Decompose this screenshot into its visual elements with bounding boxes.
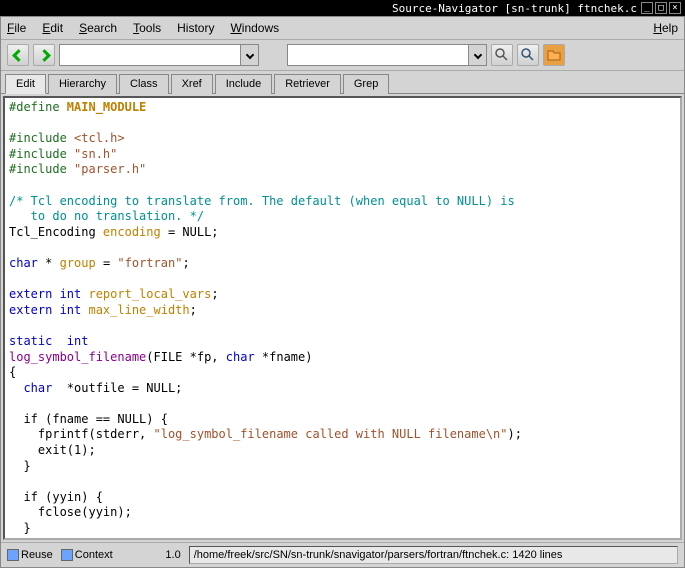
menu-history[interactable]: History: [177, 21, 214, 35]
symbol-input[interactable]: [60, 48, 240, 62]
menu-edit[interactable]: Edit: [42, 21, 63, 35]
toolbar: [1, 40, 684, 71]
forward-button[interactable]: [33, 44, 55, 66]
statusbar: Reuse Context 1.0 /home/freek/src/SN/sn-…: [1, 542, 684, 567]
magnifier-icon: [521, 48, 535, 62]
tab-include[interactable]: Include: [215, 74, 272, 94]
tab-class[interactable]: Class: [119, 74, 169, 94]
menubar: File Edit Search Tools History Windows H…: [1, 17, 684, 40]
menu-search[interactable]: Search: [79, 21, 117, 35]
back-button[interactable]: [7, 44, 29, 66]
chevron-down-icon: [245, 51, 253, 59]
tab-grep[interactable]: Grep: [343, 74, 389, 94]
pattern-dropdown[interactable]: [468, 45, 486, 65]
reuse-toggle[interactable]: Reuse: [7, 549, 53, 561]
symbol-combo[interactable]: [59, 44, 259, 66]
menu-file[interactable]: File: [7, 21, 26, 35]
status-version: 1.0: [121, 549, 181, 561]
context-toggle[interactable]: Context: [61, 549, 113, 561]
menu-windows[interactable]: Windows: [230, 21, 279, 35]
checkbox-icon: [7, 549, 19, 561]
tab-retriever[interactable]: Retriever: [274, 74, 341, 94]
maximize-button[interactable]: □: [655, 2, 667, 14]
tab-xref[interactable]: Xref: [171, 74, 213, 94]
search-button[interactable]: [517, 44, 539, 66]
arrow-right-icon: [38, 49, 51, 62]
menu-help[interactable]: Help: [653, 21, 678, 35]
window-title: Source-Navigator [sn-trunk] ftnchek.c: [0, 2, 641, 15]
menu-tools[interactable]: Tools: [133, 21, 161, 35]
status-path: /home/freek/src/SN/sn-trunk/snavigator/p…: [189, 546, 678, 564]
tab-hierarchy[interactable]: Hierarchy: [48, 74, 117, 94]
chevron-down-icon: [473, 51, 481, 59]
close-button[interactable]: ×: [669, 2, 681, 14]
tab-edit[interactable]: Edit: [5, 74, 46, 94]
tabbar: Edit Hierarchy Class Xref Include Retrie…: [1, 71, 684, 94]
code-editor[interactable]: #define MAIN_MODULE #include <tcl.h> #in…: [3, 96, 682, 540]
checkbox-icon: [61, 549, 73, 561]
folder-button[interactable]: [543, 44, 565, 66]
minimize-button[interactable]: _: [641, 2, 653, 14]
search-icon: [495, 48, 509, 62]
window: File Edit Search Tools History Windows H…: [0, 16, 685, 568]
folder-icon: [547, 48, 561, 62]
arrow-left-icon: [12, 49, 25, 62]
titlebar: Source-Navigator [sn-trunk] ftnchek.c _ …: [0, 0, 685, 16]
pattern-input[interactable]: [288, 48, 468, 62]
find-button[interactable]: [491, 44, 513, 66]
pattern-combo[interactable]: [287, 44, 487, 66]
symbol-dropdown[interactable]: [240, 45, 258, 65]
